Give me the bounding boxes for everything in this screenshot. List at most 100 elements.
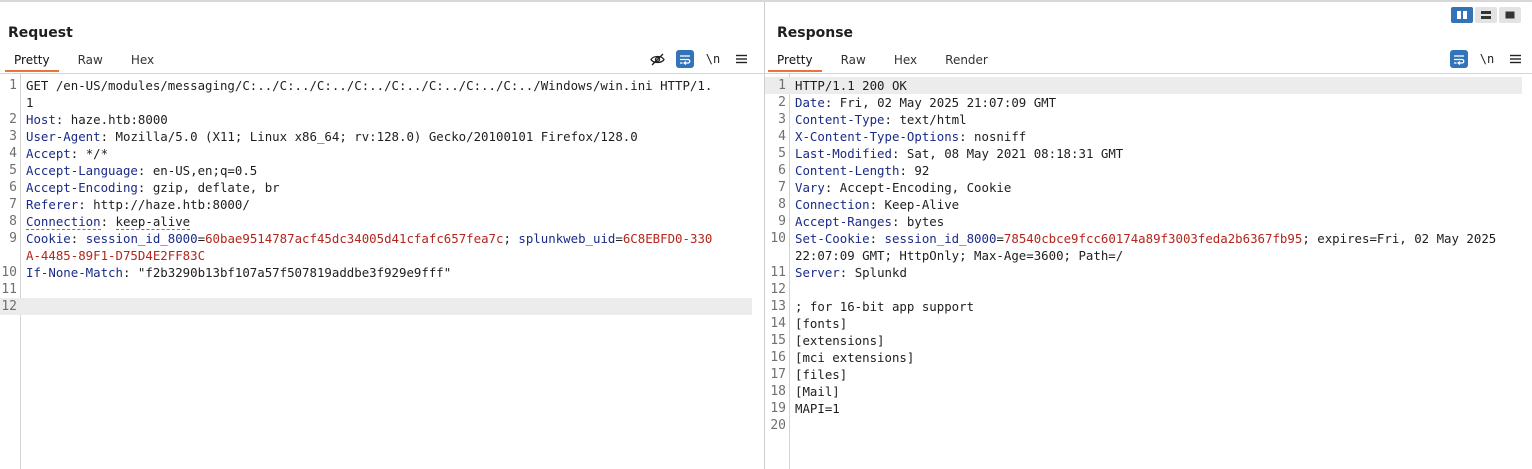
header-value: Accept-Encoding, Cookie xyxy=(839,180,1012,195)
word-wrap-icon[interactable] xyxy=(1450,50,1468,68)
newline-toggle[interactable]: \n xyxy=(1478,50,1496,68)
code-line: 6 Content-Length: 92 xyxy=(765,162,1532,179)
header-name: User-Agent xyxy=(26,129,101,144)
line-content: Date: Fri, 02 May 2025 21:07:09 GMT xyxy=(795,95,1057,110)
line-content: Cookie: session_id_8000=60bae9514787acf4… xyxy=(26,231,713,263)
header-name: Date xyxy=(795,95,825,110)
request-toolbar: \n xyxy=(648,50,750,68)
line-number: 4 xyxy=(9,146,17,161)
code-line: 4 X-Content-Type-Options: nosniff xyxy=(765,128,1532,145)
header-value: en-US,en;q=0.5 xyxy=(152,163,258,178)
code-line: 11 xyxy=(0,281,764,298)
code-line: 3 User-Agent: Mozilla/5.0 (X11; Linux x86… xyxy=(0,128,764,145)
header-name: Vary xyxy=(795,180,825,195)
code-line: 3 Content-Type: text/html xyxy=(765,111,1532,128)
tab-raw[interactable]: Raw xyxy=(832,52,875,72)
header-value: text/html xyxy=(899,112,967,127)
line-number: 11 xyxy=(1,282,17,297)
line-content xyxy=(795,281,1510,298)
header-value: haze.htb:8000 xyxy=(70,112,168,127)
code-line: 1 GET /en-US/modules/messaging/C:../C:../… xyxy=(0,77,764,111)
code-line: 12 xyxy=(0,298,752,315)
line-number: 9 xyxy=(9,231,17,246)
header-name: X-Content-Type-Options xyxy=(795,129,960,144)
response-panel: Response Pretty Raw Hex Render \n 1 HTTP/1.1… xyxy=(765,2,1532,469)
line-content xyxy=(795,417,1510,434)
response-title: Response xyxy=(777,25,854,41)
line-number: 15 xyxy=(770,333,786,348)
line-content: Accept-Ranges: bytes xyxy=(795,214,945,229)
line-number: 12 xyxy=(770,282,786,297)
line-number: 3 xyxy=(9,129,17,144)
line-number: 9 xyxy=(778,214,786,229)
header-name: Last-Modified xyxy=(795,146,892,161)
line-number: 7 xyxy=(9,197,17,212)
word-wrap-icon[interactable] xyxy=(676,50,694,68)
response-editor[interactable]: 1 HTTP/1.1 200 OK 2 Date: Fri, 02 May 2025 … xyxy=(765,74,1532,469)
code-line: 9 Accept-Ranges: bytes xyxy=(765,213,1532,230)
line-content: Last-Modified: Sat, 08 May 2021 08:18:31… xyxy=(795,146,1124,161)
line-content: [mci extensions] xyxy=(795,349,1510,366)
menu-icon[interactable] xyxy=(1506,50,1524,68)
line-number: 3 xyxy=(778,112,786,127)
line-number: 7 xyxy=(778,180,786,195)
tab-pretty[interactable]: Pretty xyxy=(768,52,822,72)
header-name: If-None-Match xyxy=(26,265,123,280)
line-content: Vary: Accept-Encoding, Cookie xyxy=(795,180,1012,195)
code-line: 10 If-None-Match: "f2b3290b13bf107a57f507… xyxy=(0,264,764,281)
line-content: Referer: http://haze.htb:8000/ xyxy=(26,197,250,212)
line-text: [extensions] xyxy=(795,333,885,348)
header-value: Fri, 02 May 2025 21:07:09 GMT xyxy=(839,95,1057,110)
tab-hex[interactable]: Hex xyxy=(885,52,926,72)
header-name: Connection xyxy=(795,197,870,212)
line-number: 14 xyxy=(770,316,786,331)
code-line: 9 Cookie: session_id_8000=60bae9514787acf… xyxy=(0,230,764,264)
code-line: 18 [Mail] xyxy=(765,383,1532,400)
line-text: [files] xyxy=(795,367,848,382)
newline-toggle[interactable]: \n xyxy=(704,50,722,68)
line-number: 1 xyxy=(778,78,786,93)
line-number: 2 xyxy=(9,112,17,127)
tab-pretty[interactable]: Pretty xyxy=(5,52,59,72)
header-value: bytes xyxy=(906,214,945,229)
line-number: 10 xyxy=(1,265,17,280)
line-content: [extensions] xyxy=(795,332,1510,349)
tab-hex[interactable]: Hex xyxy=(122,52,163,72)
line-content: Accept: */* xyxy=(26,146,109,161)
line-text: GET /en-US/modules/messaging/C:../C:../C… xyxy=(26,78,713,110)
header-name: Server xyxy=(795,265,840,280)
cookie-name: splunkweb_uid xyxy=(518,231,616,246)
response-lines: 1 HTTP/1.1 200 OK 2 Date: Fri, 02 May 2025 … xyxy=(765,77,1532,434)
request-panel: Request Pretty Raw Hex \n 1 GET /en-US/modu… xyxy=(0,2,764,469)
line-number: 6 xyxy=(778,163,786,178)
line-text: MAPI=1 xyxy=(795,401,840,416)
code-line: 8 Connection: Keep-Alive xyxy=(765,196,1532,213)
line-text: ; for 16-bit app support xyxy=(795,299,975,314)
line-number: 2 xyxy=(778,95,786,110)
line-content: Server: Splunkd xyxy=(795,265,907,280)
header-name: Content-Length xyxy=(795,163,900,178)
code-line: 2 Host: haze.htb:8000 xyxy=(0,111,764,128)
line-number: 10 xyxy=(770,231,786,246)
hide-icon[interactable] xyxy=(648,50,666,68)
code-line: 11 Server: Splunkd xyxy=(765,264,1532,281)
header-value: keep-alive xyxy=(115,214,191,230)
code-line: 19 MAPI=1 xyxy=(765,400,1532,417)
code-line: 20 xyxy=(765,417,1532,434)
response-tabs: Pretty Raw Hex Render xyxy=(768,52,1007,72)
header-name: Accept-Ranges xyxy=(795,214,892,229)
line-content: Content-Type: text/html xyxy=(795,112,967,127)
line-number: 20 xyxy=(770,418,786,433)
line-text: [fonts] xyxy=(795,316,848,331)
header-value: nosniff xyxy=(974,129,1027,144)
header-name: Cookie xyxy=(26,231,71,246)
line-content: GET /en-US/modules/messaging/C:../C:../C… xyxy=(26,77,716,111)
code-line: 7 Referer: http://haze.htb:8000/ xyxy=(0,196,764,213)
tab-render[interactable]: Render xyxy=(936,52,997,72)
header-name: Connection xyxy=(26,214,101,230)
header-name: Content-Type xyxy=(795,112,885,127)
tab-raw[interactable]: Raw xyxy=(69,52,112,72)
line-content: User-Agent: Mozilla/5.0 (X11; Linux x86_… xyxy=(26,129,638,144)
request-editor[interactable]: 1 GET /en-US/modules/messaging/C:../C:../… xyxy=(0,74,764,469)
menu-icon[interactable] xyxy=(732,50,750,68)
